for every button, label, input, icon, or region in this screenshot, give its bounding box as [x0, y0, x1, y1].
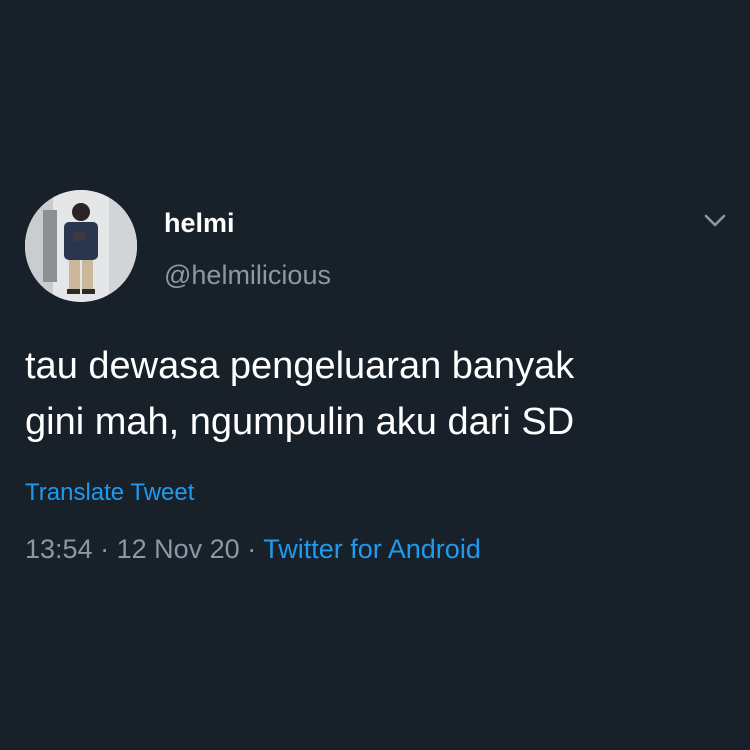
- tweet-card: helmi @helmilicious tau dewasa pengeluar…: [0, 0, 750, 750]
- user-handle[interactable]: @helmilicious: [164, 259, 331, 291]
- display-name[interactable]: helmi: [164, 207, 235, 239]
- tweet-screen: helmi @helmilicious tau dewasa pengeluar…: [0, 0, 750, 750]
- chevron-down-icon[interactable]: [701, 210, 729, 230]
- meta-separator: ·: [100, 534, 110, 564]
- tweet-metadata: 13:54 · 12 Nov 20 · Twitter for Android: [25, 532, 481, 566]
- avatar-photo: [25, 190, 137, 302]
- translate-tweet-link[interactable]: Translate Tweet: [25, 478, 194, 508]
- tweet-source-link[interactable]: Twitter for Android: [263, 534, 481, 564]
- tweet-time: 13:54: [25, 534, 93, 564]
- tweet-text: tau dewasa pengeluaran banyak gini mah, …: [25, 345, 575, 443]
- tweet-date: 12 Nov 20: [116, 534, 240, 564]
- meta-separator: ·: [247, 534, 257, 564]
- avatar[interactable]: [25, 190, 137, 302]
